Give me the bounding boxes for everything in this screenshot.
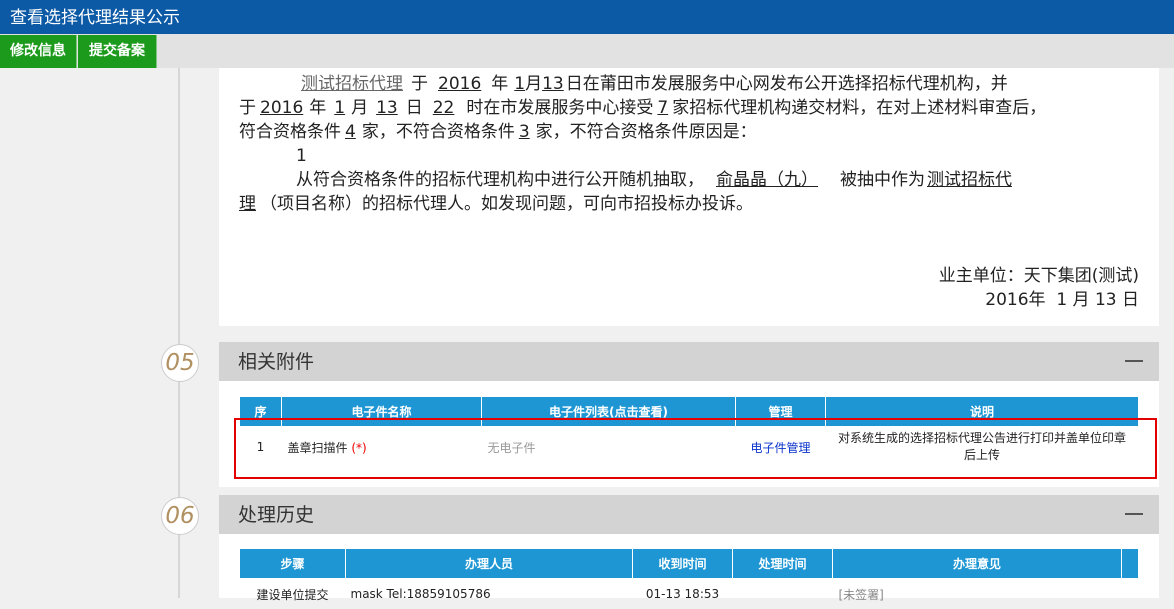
history-title: 处理历史 xyxy=(238,495,314,535)
column-header: 收到时间 xyxy=(633,549,733,579)
notice-line-6: 理（项目名称）的招标代理人。如发现问题，可向市招投标办投诉。 xyxy=(239,192,753,216)
history-received-time: 01-13 18:53 xyxy=(633,579,733,609)
edit-info-button[interactable]: 修改信息 xyxy=(0,35,77,68)
owner-unit: 业主单位：天下集团(测试) xyxy=(939,264,1139,288)
highlight-box xyxy=(234,418,1157,479)
column-header: 处理时间 xyxy=(733,549,833,579)
submit-record-button[interactable]: 提交备案 xyxy=(78,35,157,68)
column-header: 办理意见 xyxy=(833,549,1122,579)
notice-line-4: 1 xyxy=(296,144,307,168)
history-processed-time xyxy=(733,579,833,609)
column-header-extra xyxy=(1122,549,1139,579)
history-opinion: [未签署] xyxy=(833,579,1122,609)
history-person: mask Tel:18859105786 xyxy=(346,579,633,609)
attachments-header[interactable]: 相关附件 xyxy=(219,342,1159,381)
column-header: 办理人员 xyxy=(346,549,633,579)
table-row: 建设单位提交 mask Tel:18859105786 01-13 18:53 … xyxy=(240,579,1139,609)
notice-panel: 测试招标代理于2016年1月13日在莆田市发展服务中心网发布公开选择招标代理机构… xyxy=(219,68,1159,326)
collapse-icon[interactable] xyxy=(1125,360,1143,362)
attachments-title: 相关附件 xyxy=(238,342,314,382)
table-header-row: 步骤 办理人员 收到时间 处理时间 办理意见 xyxy=(240,549,1139,579)
window-title: 查看选择代理结果公示 xyxy=(0,0,1174,34)
notice-line-5: 从符合资格条件的招标代理机构中进行公开随机抽取，俞晶晶（九）被抽中作为测试招标代 xyxy=(296,168,1012,192)
collapse-icon[interactable] xyxy=(1125,513,1143,515)
notice-date: 2016年 1 月 13 日 xyxy=(985,288,1139,312)
notice-line-1: 测试招标代理于2016年1月13日在莆田市发展服务中心网发布公开选择招标代理机构… xyxy=(296,72,1008,96)
history-table: 步骤 办理人员 收到时间 处理时间 办理意见 建设单位提交 mask Tel:1… xyxy=(239,548,1139,609)
column-header: 步骤 xyxy=(240,549,346,579)
toolbar: 修改信息 提交备案 xyxy=(0,34,1174,68)
history-step: 建设单位提交 xyxy=(240,579,346,609)
history-extra-cell xyxy=(1122,579,1139,609)
notice-line-3: 符合资格条件4家，不符合资格条件3家，不符合资格条件原因是： xyxy=(239,120,757,144)
section-number-06: 06 xyxy=(161,497,199,535)
notice-line-2: 于2016年1月13日22时在市发展服务中心接受7家招标代理机构递交材料，在对上… xyxy=(239,96,1046,120)
history-header[interactable]: 处理历史 xyxy=(219,495,1159,534)
section-number-05: 05 xyxy=(161,344,199,382)
